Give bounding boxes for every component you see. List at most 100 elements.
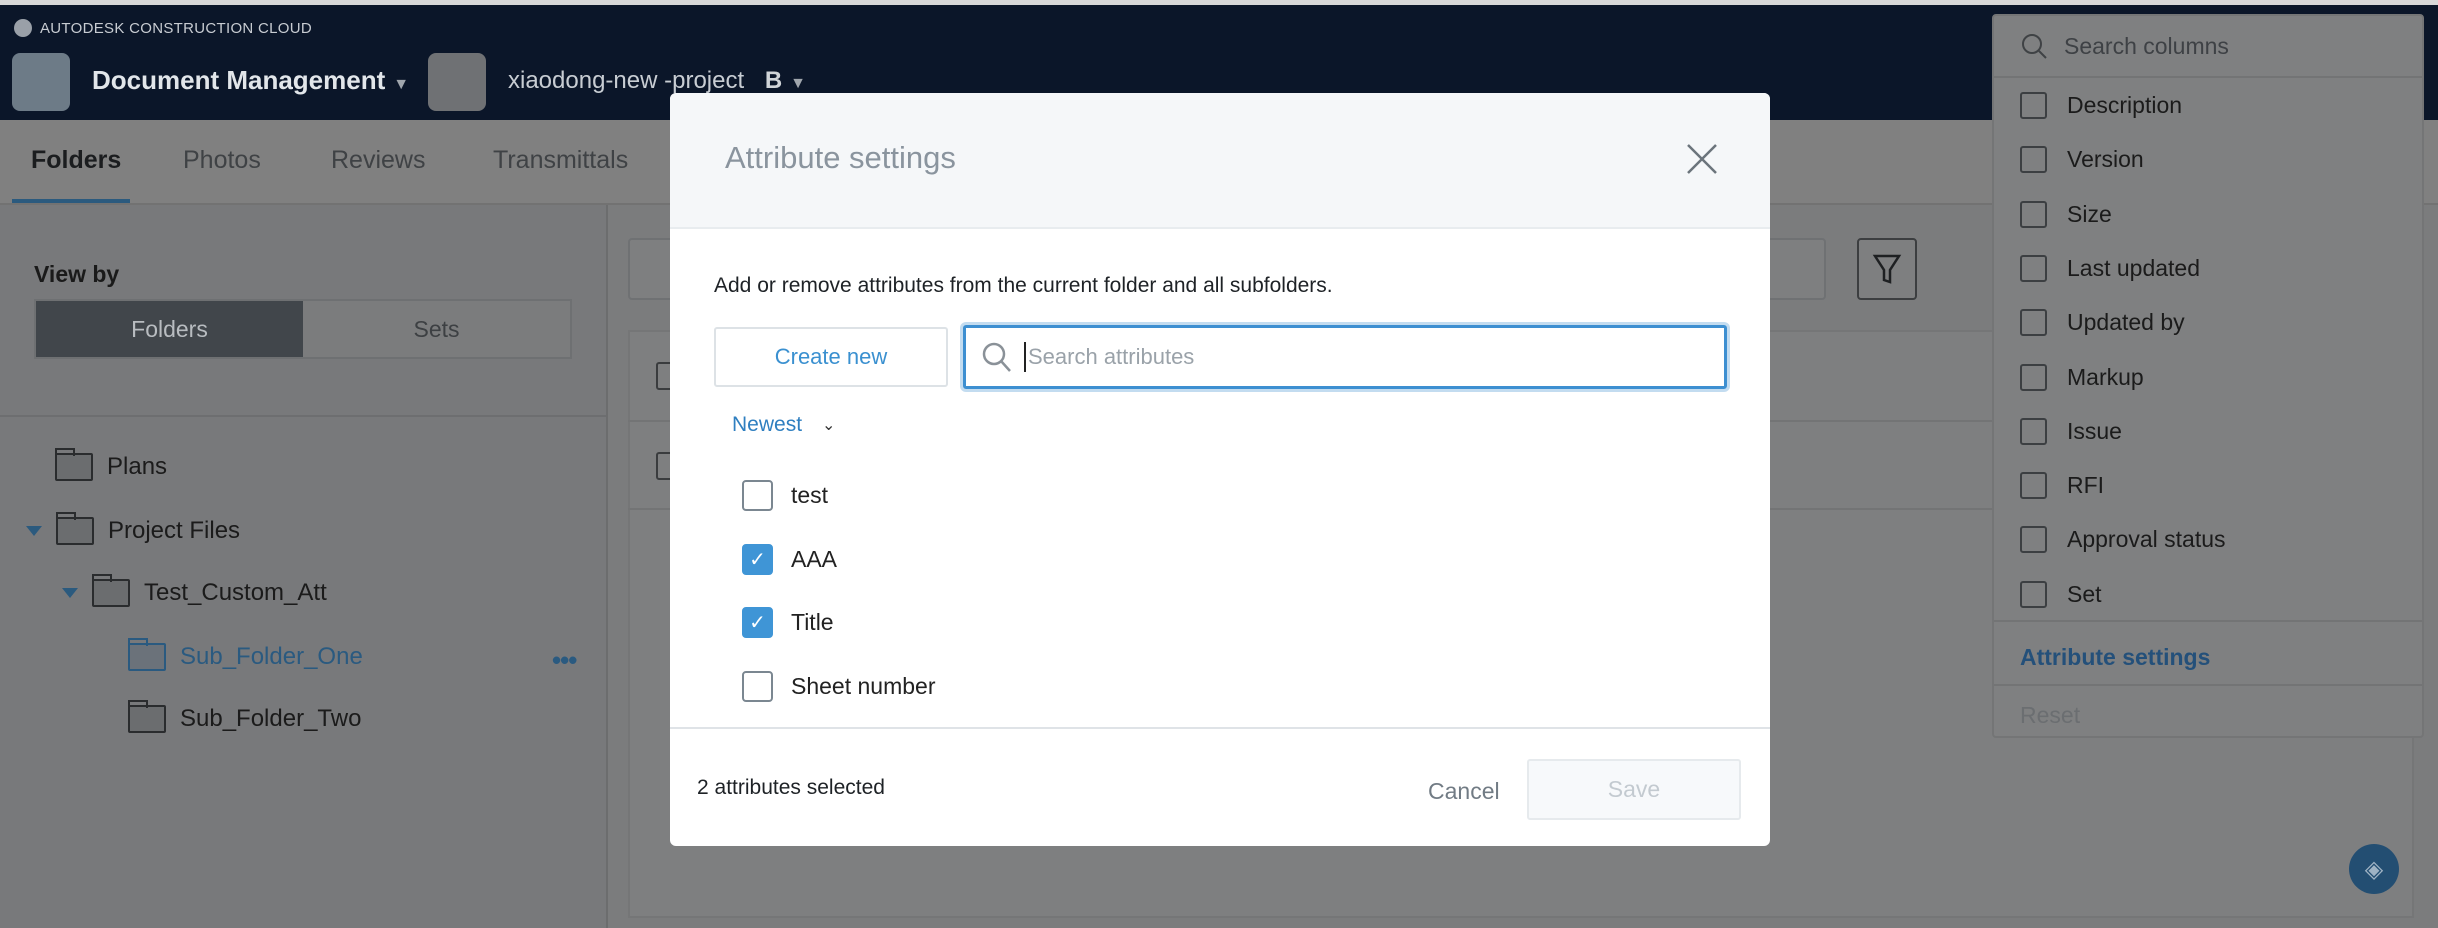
attribute-settings-modal: Attribute settings Add or remove attribu… [670, 93, 1770, 846]
project-files-icon [56, 512, 94, 545]
tree-item-sub-folder-one[interactable]: Sub_Folder_One [128, 638, 363, 671]
attribute-option[interactable]: ✓ AAA [742, 543, 838, 575]
tree-label: Sub_Folder_Two [180, 705, 362, 732]
attribute-option[interactable]: ✓ Title [742, 607, 834, 638]
checkmark-icon: ✓ [749, 548, 766, 571]
tree-label: Test_Custom_Att [144, 579, 327, 606]
column-option[interactable]: Issue [2020, 417, 2122, 445]
filter-button[interactable] [1857, 238, 1917, 300]
project-thumbnail[interactable] [428, 53, 486, 111]
column-option-label: Version [2067, 146, 2144, 173]
column-option[interactable]: Description [2020, 92, 2182, 119]
checkbox[interactable] [2020, 254, 2047, 282]
expand-triangle-icon[interactable] [62, 588, 78, 598]
search-attributes-placeholder: Search attributes [1028, 344, 1195, 369]
tree-item-plans[interactable]: Plans [55, 448, 168, 481]
toggle-folders[interactable]: Folders [36, 301, 303, 357]
more-options-icon[interactable]: ••• [552, 645, 577, 676]
divider [0, 415, 606, 417]
footer-divider [670, 727, 1770, 729]
search-columns-input[interactable]: Search columns [1994, 16, 2422, 78]
search-attributes-input[interactable]: Search attributes [963, 325, 1727, 389]
tab-folders[interactable]: Folders [31, 146, 121, 175]
sort-dropdown[interactable]: Newest ⌄ [732, 413, 835, 437]
caret-down-icon: ▼ [790, 75, 806, 92]
attribute-label: AAA [791, 545, 838, 572]
attribute-label: test [791, 482, 829, 508]
filter-icon [1872, 254, 1902, 284]
app-name: Document Management [92, 65, 386, 95]
chevron-down-icon: ⌄ [822, 417, 836, 434]
column-option-label: Approval status [2067, 526, 2226, 553]
plans-icon [55, 448, 93, 481]
brand: AUTODESK CONSTRUCTION CLOUD [14, 19, 312, 37]
checkbox[interactable] [2020, 417, 2047, 445]
view-by-label: View by [34, 261, 120, 287]
column-option[interactable]: Approval status [2020, 526, 2226, 554]
tab-reviews[interactable]: Reviews [331, 146, 425, 175]
column-option[interactable]: Version [2020, 146, 2144, 174]
search-columns-placeholder: Search columns [2064, 32, 2229, 59]
view-toggle: Folders Sets [34, 299, 572, 359]
column-option[interactable]: Size [2020, 200, 2112, 228]
attribute-settings-link[interactable]: Attribute settings [2020, 644, 2210, 671]
columns-dropdown: Search columns Description Version Size Las… [1992, 14, 2424, 738]
checkbox[interactable] [2020, 580, 2047, 608]
column-option[interactable]: Markup [2020, 363, 2144, 391]
tab-transmittals[interactable]: Transmittals [493, 146, 628, 175]
expand-triangle-icon[interactable] [26, 526, 42, 536]
close-icon[interactable] [1680, 137, 1724, 181]
checkbox[interactable] [2020, 526, 2047, 554]
checkbox[interactable] [742, 670, 773, 702]
folder-icon [128, 638, 166, 671]
checkbox[interactable]: ✓ [742, 607, 773, 638]
tree-label: Project Files [108, 517, 241, 544]
save-button[interactable]: Save [1527, 759, 1741, 820]
reset-button[interactable]: Reset [2020, 702, 2080, 729]
create-new-button[interactable]: Create new [714, 327, 948, 387]
checkbox[interactable]: ✓ [742, 543, 773, 575]
checkbox[interactable] [2020, 309, 2047, 337]
app-switcher-icon[interactable] [12, 53, 70, 111]
column-option-label: Set [2067, 580, 2102, 607]
help-learning-icon[interactable]: ◈ [2349, 844, 2399, 894]
tree-label: Sub_Folder_One [180, 643, 363, 670]
checkbox[interactable] [2020, 363, 2047, 391]
checkbox[interactable] [2020, 200, 2047, 228]
tree-item-project-files[interactable]: Project Files [26, 512, 241, 545]
folder-icon [92, 574, 130, 607]
column-option-label: Last updated [2067, 254, 2201, 281]
attribute-option[interactable]: test [742, 480, 828, 511]
app-selector[interactable]: Document Management ▼ [92, 65, 409, 96]
project-selector[interactable]: xiaodong-new -project B ▼ [508, 67, 806, 95]
tree-item-test-custom-att[interactable]: Test_Custom_Att [62, 574, 327, 607]
checkbox[interactable] [2020, 472, 2047, 500]
caret-down-icon: ▼ [393, 76, 410, 93]
tab-photos[interactable]: Photos [183, 146, 261, 175]
column-option-label: Updated by [2067, 309, 2185, 336]
attribute-label: Sheet number [791, 672, 936, 699]
column-option-label: Issue [2067, 417, 2122, 444]
column-option[interactable]: Updated by [2020, 309, 2185, 337]
column-option[interactable]: Last updated [2020, 254, 2201, 282]
tree-label: Plans [107, 453, 168, 480]
selected-count: 2 attributes selected [697, 776, 885, 799]
column-option[interactable]: Set [2020, 580, 2102, 608]
search-icon [2022, 34, 2047, 59]
column-option-label: Size [2067, 200, 2112, 227]
toggle-sets[interactable]: Sets [303, 301, 570, 357]
sort-label: Newest [732, 413, 803, 436]
attribute-option[interactable]: Sheet number [742, 670, 936, 702]
active-tab-indicator [12, 199, 130, 203]
column-option[interactable]: RFI [2020, 472, 2104, 500]
cancel-button[interactable]: Cancel [1428, 778, 1500, 805]
search-icon [982, 342, 1011, 372]
checkbox[interactable] [742, 480, 773, 511]
folder-icon [128, 700, 166, 733]
tree-item-sub-folder-two[interactable]: Sub_Folder_Two [128, 700, 362, 733]
checkbox[interactable] [2020, 146, 2047, 174]
checkbox[interactable] [2020, 92, 2047, 119]
project-badge: B [764, 67, 783, 94]
checkmark-icon: ✓ [749, 612, 766, 634]
attribute-label: Title [791, 609, 834, 635]
